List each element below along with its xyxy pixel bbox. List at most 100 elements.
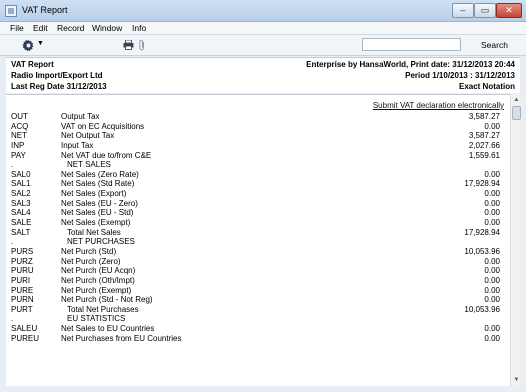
row-code: SAL3 bbox=[11, 198, 31, 208]
row-amount: 0.00 bbox=[484, 121, 500, 131]
row-code: SALT bbox=[11, 227, 31, 237]
minimize-button[interactable]: – bbox=[452, 3, 474, 18]
row-amount: 0.00 bbox=[484, 208, 500, 218]
row-code: PURU bbox=[11, 266, 34, 276]
row-amount: 1,559.61 bbox=[468, 150, 500, 160]
row-description: Net Purch (Std) bbox=[61, 246, 117, 256]
company-name: Radio Import/Export Ltd bbox=[11, 71, 103, 80]
menu-bar: File Edit Record Window Info bbox=[0, 22, 526, 35]
row-description: Net Purch (Exempt) bbox=[61, 285, 132, 295]
window-title: VAT Report bbox=[22, 5, 68, 15]
row-amount: 0.00 bbox=[484, 256, 500, 266]
table-row: SALE Net Sales (Exempt) 0.00 bbox=[6, 218, 510, 228]
row-code: SALE bbox=[11, 218, 32, 228]
notation: Exact Notation bbox=[458, 82, 515, 91]
row-amount: 0.00 bbox=[484, 169, 500, 179]
search-label[interactable]: Search bbox=[481, 40, 508, 50]
table-row: . NET SALES bbox=[6, 160, 510, 170]
window-icon bbox=[5, 5, 17, 17]
menu-record[interactable]: Record bbox=[57, 23, 84, 33]
row-description: Net Sales (Std Rate) bbox=[61, 179, 135, 189]
row-description: Total Net Sales bbox=[67, 227, 121, 237]
row-code: OUT bbox=[11, 112, 28, 121]
row-amount: 2,027.66 bbox=[468, 140, 500, 150]
table-row: SAL1 Net Sales (Std Rate) 17,928.94 bbox=[6, 179, 510, 189]
row-code: SAL2 bbox=[11, 189, 31, 199]
row-code: SAL4 bbox=[11, 208, 31, 218]
menu-edit[interactable]: Edit bbox=[33, 23, 48, 33]
row-description: Net Sales (Exempt) bbox=[61, 218, 131, 228]
row-amount: 0.00 bbox=[484, 295, 500, 305]
table-row: OUT Output Tax 3,587.27 bbox=[6, 112, 510, 122]
row-amount: 0.00 bbox=[484, 189, 500, 199]
row-amount: 0.00 bbox=[484, 333, 500, 343]
toolbar: ▼ Search bbox=[0, 35, 526, 56]
paperclip-icon[interactable] bbox=[138, 39, 146, 51]
search-input[interactable] bbox=[362, 38, 461, 51]
row-code: SAL0 bbox=[11, 169, 31, 179]
report-rows: OUT Output Tax 3,587.27 ACQ VAT on EC Acquis… bbox=[6, 112, 510, 343]
row-code: PURT bbox=[11, 304, 33, 314]
table-row: PURZ Net Purch (Zero) 0.00 bbox=[6, 257, 510, 267]
row-description: NET PURCHASES bbox=[67, 237, 135, 247]
scroll-down-icon[interactable]: ▼ bbox=[512, 375, 521, 385]
row-amount: 10,053.96 bbox=[464, 246, 500, 256]
row-code: PURE bbox=[11, 285, 34, 295]
row-code: PURZ bbox=[11, 256, 33, 266]
table-row: . NET PURCHASES bbox=[6, 237, 510, 247]
table-row: SAL2 Net Sales (Export) 0.00 bbox=[6, 189, 510, 199]
row-code: NET bbox=[11, 131, 27, 141]
row-description: EU STATISTICS bbox=[67, 314, 126, 324]
row-code: SALEU bbox=[11, 324, 38, 334]
chevron-down-icon[interactable]: ▼ bbox=[37, 40, 44, 47]
menu-info[interactable]: Info bbox=[132, 23, 146, 33]
report-content: Submit VAT declaration electronically OU… bbox=[6, 94, 510, 386]
table-row: ACQ VAT on EC Acquisitions 0.00 bbox=[6, 122, 510, 132]
table-row: NET Net Output Tax 3,587.27 bbox=[6, 131, 510, 141]
row-amount: 0.00 bbox=[484, 198, 500, 208]
row-description: Net Purch (Std - Not Reg) bbox=[61, 295, 153, 305]
table-row: PAY Net VAT due to/from C&E 1,559.61 bbox=[6, 151, 510, 161]
table-row: PURI Net Purch (Oth/Impt) 0.00 bbox=[6, 276, 510, 286]
row-description: Net Purch (Zero) bbox=[61, 256, 121, 266]
scroll-thumb[interactable] bbox=[512, 106, 521, 120]
row-amount: 0.00 bbox=[484, 266, 500, 276]
period: Period 1/10/2013 : 31/12/2013 bbox=[405, 71, 515, 80]
maximize-button[interactable]: ▭ bbox=[474, 3, 496, 18]
table-row: INP Input Tax 2,027.66 bbox=[6, 141, 510, 151]
row-description: VAT on EC Acquisitions bbox=[61, 121, 145, 131]
row-description: Net Purchases from EU Countries bbox=[61, 333, 182, 343]
row-amount: 3,587.27 bbox=[468, 131, 500, 141]
report-name: VAT Report bbox=[11, 60, 54, 69]
row-description: Net Sales (EU - Zero) bbox=[61, 198, 138, 208]
table-row: PURE Net Purch (Exempt) 0.00 bbox=[6, 286, 510, 296]
row-amount: 17,928.94 bbox=[464, 179, 500, 189]
row-description: Net Sales (Zero Rate) bbox=[61, 169, 139, 179]
row-description: Net Purch (Oth/Impt) bbox=[61, 275, 135, 285]
table-row: SAL0 Net Sales (Zero Rate) 0.00 bbox=[6, 170, 510, 180]
row-description: Net Purch (EU Acqn) bbox=[61, 266, 136, 276]
scroll-up-icon[interactable]: ▲ bbox=[512, 95, 521, 105]
table-row: SALEU Net Sales to EU Countries 0.00 bbox=[6, 324, 510, 334]
row-code: PURS bbox=[11, 246, 34, 256]
row-code: PURI bbox=[11, 275, 31, 285]
close-button[interactable]: ✕ bbox=[496, 3, 522, 18]
row-code: PAY bbox=[11, 150, 26, 160]
last-reg-date: Last Reg Date 31/12/2013 bbox=[11, 82, 107, 91]
row-code: PUREU bbox=[11, 333, 40, 343]
submit-vat-link[interactable]: Submit VAT declaration electronically bbox=[373, 101, 504, 110]
printer-icon[interactable] bbox=[123, 40, 134, 50]
row-description: Net Sales (Export) bbox=[61, 189, 127, 199]
vertical-scrollbar[interactable]: ▲ ▼ bbox=[510, 94, 521, 386]
row-amount: 10,053.96 bbox=[464, 304, 500, 314]
row-amount: 17,928.94 bbox=[464, 227, 500, 237]
row-description: Net Sales to EU Countries bbox=[61, 324, 155, 334]
menu-window[interactable]: Window bbox=[92, 23, 122, 33]
row-description: Output Tax bbox=[61, 112, 100, 121]
gear-icon[interactable] bbox=[22, 39, 35, 52]
row-description: Net VAT due to/from C&E bbox=[61, 150, 152, 160]
menu-file[interactable]: File bbox=[10, 23, 24, 33]
table-row: . EU STATISTICS bbox=[6, 314, 510, 324]
row-code: . bbox=[11, 237, 14, 247]
row-code: SAL1 bbox=[11, 179, 31, 189]
